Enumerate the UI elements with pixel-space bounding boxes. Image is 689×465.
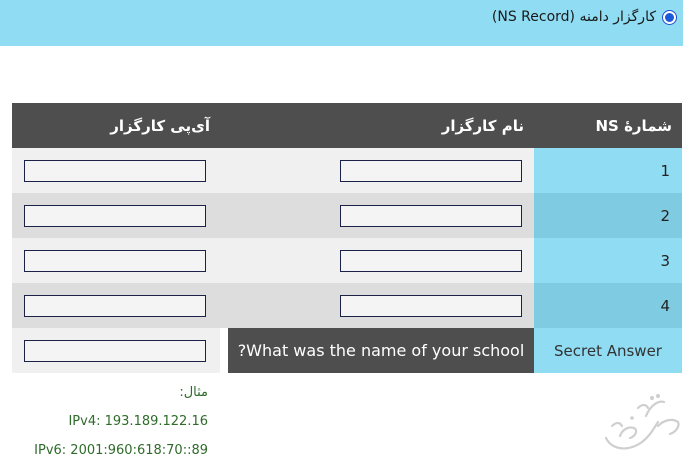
server-name-input-3[interactable] <box>340 249 522 272</box>
server-ip-input-1[interactable] <box>24 159 206 182</box>
secret-row: Secret Answer ?What was the name of your… <box>12 328 682 373</box>
example-title: مثال: <box>179 385 208 400</box>
ns-number: 2 <box>534 193 682 238</box>
column-header-server-name: نام کارگزار <box>220 103 534 148</box>
secret-question: ?What was the name of your school <box>228 328 534 373</box>
radio-selected-dot <box>665 12 674 22</box>
top-bar: کارگزار دامنه (NS Record) <box>0 0 683 46</box>
calligraphy-logo-icon <box>604 394 680 450</box>
ip-example: مثال: IPv4: 193.189.122.16 IPv6: 2001:96… <box>34 378 208 465</box>
table-row: 3 <box>12 238 682 283</box>
ns-number: 1 <box>534 148 682 193</box>
ns-record-label[interactable]: کارگزار دامنه (NS Record) <box>492 9 656 25</box>
example-ipv6: IPv6: 2001:960:618:70::89 <box>34 443 208 458</box>
server-ip-input-3[interactable] <box>24 249 206 272</box>
ns-number: 3 <box>534 238 682 283</box>
server-name-input-2[interactable] <box>340 204 522 227</box>
server-name-input-4[interactable] <box>340 294 522 317</box>
column-header-ns-number: شمارهٔ NS <box>534 103 682 148</box>
table-row: 2 <box>12 193 682 238</box>
server-name-input-1[interactable] <box>340 159 522 182</box>
ns-record-option[interactable]: کارگزار دامنه (NS Record) <box>492 5 677 29</box>
column-header-server-ip: آی‌پی کارگزار <box>12 103 220 148</box>
server-ip-input-2[interactable] <box>24 204 206 227</box>
table-row: 1 <box>12 148 682 193</box>
example-ipv4: IPv4: 193.189.122.16 <box>68 414 208 429</box>
secret-answer-label: Secret Answer <box>534 328 682 373</box>
table-row: 4 <box>12 283 682 328</box>
ns-record-radio[interactable] <box>662 9 677 25</box>
secret-answer-input[interactable] <box>24 339 206 362</box>
ns-number: 4 <box>534 283 682 328</box>
ns-table: شمارهٔ NS نام کارگزار آی‌پی کارگزار 1 2 … <box>12 103 682 373</box>
server-ip-input-4[interactable] <box>24 294 206 317</box>
